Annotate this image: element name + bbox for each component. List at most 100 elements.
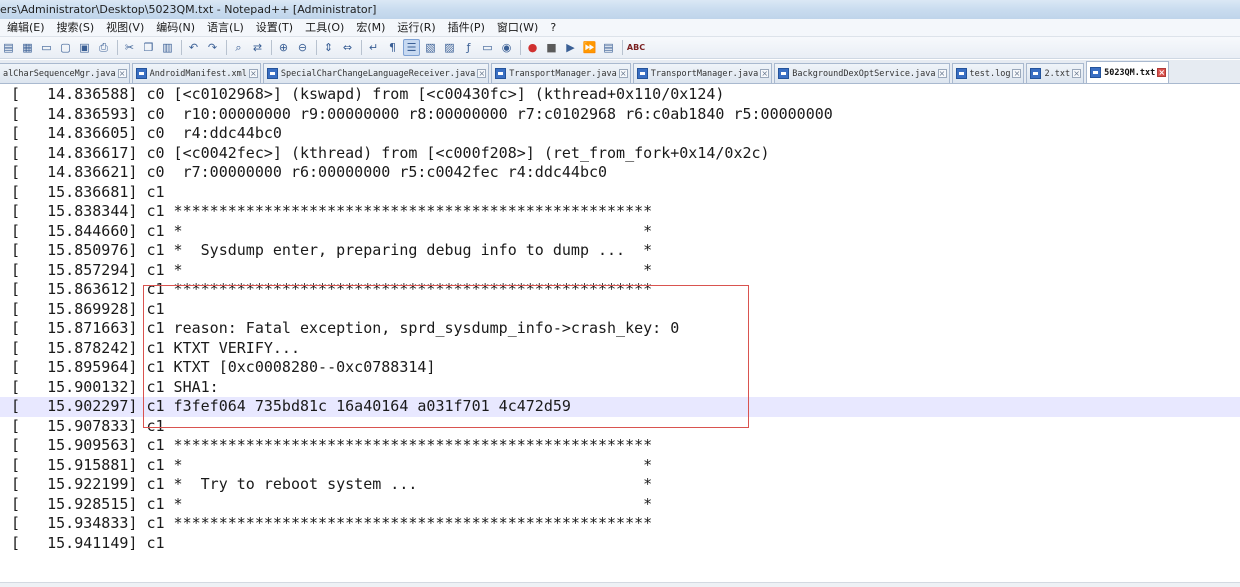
menu-item-11[interactable]: ?	[544, 19, 562, 36]
save-icon[interactable]: ▤	[0, 39, 17, 56]
editor-line[interactable]: [ 14.836593] c0 r10:00000000 r9:00000000…	[0, 105, 1240, 125]
tab-label: 5023QM.txt	[1104, 67, 1156, 78]
editor-line[interactable]: [ 15.863612] c1 ************************…	[0, 280, 1240, 300]
close-icon[interactable]: ×	[248, 69, 258, 78]
file-icon	[778, 68, 790, 79]
editor-line[interactable]: [ 14.836588] c0 [<c0102968>] (kswapd) fr…	[0, 85, 1240, 105]
close-icon[interactable]: ×	[477, 69, 487, 78]
toolbar-separator	[226, 40, 227, 55]
toolbar-separator	[316, 40, 317, 55]
open-icon[interactable]: ▭	[38, 39, 55, 56]
word-wrap-icon[interactable]: ↵	[365, 39, 382, 56]
file-icon	[1090, 67, 1102, 78]
undo-icon[interactable]: ↶	[185, 39, 202, 56]
paste-icon[interactable]: ▥	[159, 39, 176, 56]
editor-line[interactable]: [ 14.836605] c0 r4:ddc44bc0	[0, 124, 1240, 144]
tab-label: test.log	[969, 68, 1011, 79]
editor-line[interactable]: [ 15.907833] c1	[0, 417, 1240, 437]
save-macro-icon[interactable]: ▤	[600, 39, 617, 56]
folder-workspace-icon[interactable]: ▭	[479, 39, 496, 56]
tab-label: alCharSequenceMgr.java	[3, 68, 116, 79]
menu-item-10[interactable]: 窗口(W)	[491, 19, 544, 36]
editor-line[interactable]: [ 15.850976] c1 * Sysdump enter, prepari…	[0, 241, 1240, 261]
redo-icon[interactable]: ↷	[204, 39, 221, 56]
toolbar-separator	[117, 40, 118, 55]
editor-line[interactable]: [ 15.900132] c1 SHA1:	[0, 378, 1240, 398]
monitoring-icon[interactable]: ◉	[498, 39, 515, 56]
tab-3[interactable]: TransportManager.java ×	[491, 63, 631, 83]
menu-item-0[interactable]: 编辑(E)	[0, 19, 51, 36]
editor-line[interactable]: [ 14.836621] c0 r7:00000000 r6:00000000 …	[0, 163, 1240, 183]
tab-1[interactable]: AndroidManifest.xml ×	[131, 63, 261, 83]
tab-2[interactable]: SpecialCharChangeLanguageReceiver.java ×	[262, 63, 490, 83]
text-editor[interactable]: [ 14.836588] c0 [<c0102968>] (kswapd) fr…	[0, 85, 1240, 587]
copy-icon[interactable]: ❐	[140, 39, 157, 56]
toolbar-separator	[271, 40, 272, 55]
menu-item-4[interactable]: 语言(L)	[201, 19, 250, 36]
zoom-out-icon[interactable]: ⊖	[294, 39, 311, 56]
menu-item-5[interactable]: 设置(T)	[250, 19, 299, 36]
run-macro-multiple-icon[interactable]: ⏩	[581, 39, 598, 56]
tab-4[interactable]: TransportManager.java ×	[632, 63, 773, 83]
menu-item-8[interactable]: 运行(R)	[391, 19, 441, 36]
spell-check-icon[interactable]: ABC	[626, 39, 646, 56]
editor-line[interactable]: [ 15.928515] c1 * *	[0, 495, 1240, 515]
save-all-icon[interactable]: ▦	[19, 39, 36, 56]
tab-0[interactable]: alCharSequenceMgr.java ×	[0, 63, 130, 83]
tab-label: TransportManager.java	[509, 68, 617, 79]
tab-8[interactable]: 5023QM.txt ×	[1086, 61, 1170, 83]
play-macro-icon[interactable]: ▶	[562, 39, 579, 56]
close-icon[interactable]: ▢	[57, 39, 74, 56]
editor-line[interactable]: [ 15.909563] c1 ************************…	[0, 436, 1240, 456]
menu-item-2[interactable]: 视图(V)	[100, 19, 150, 36]
zoom-in-icon[interactable]: ⊕	[275, 39, 292, 56]
tab-5[interactable]: BackgroundDexOptService.java ×	[774, 63, 950, 83]
horizontal-scrollbar[interactable]	[0, 582, 1240, 587]
menu-item-1[interactable]: 搜索(S)	[51, 19, 101, 36]
doc-map-icon[interactable]: ▨	[441, 39, 458, 56]
editor-line[interactable]: [ 15.878242] c1 KTXT VERIFY...	[0, 339, 1240, 359]
editor-line[interactable]: [ 15.941149] c1	[0, 534, 1240, 554]
close-icon[interactable]: ×	[1012, 69, 1022, 78]
editor-line[interactable]: [ 15.902297] c1 f3fef064 735bd81c 16a401…	[0, 397, 1240, 417]
find-icon[interactable]: ⌕	[230, 39, 247, 56]
record-macro-icon[interactable]: ●	[524, 39, 541, 56]
document-tab-bar: alCharSequenceMgr.java × AndroidManifest.x…	[0, 60, 1240, 84]
tab-7[interactable]: 2.txt ×	[1026, 63, 1085, 83]
sync-vertical-icon[interactable]: ⇕	[320, 39, 337, 56]
menu-item-3[interactable]: 编码(N)	[150, 19, 201, 36]
close-icon[interactable]: ×	[1072, 69, 1082, 78]
editor-line[interactable]: [ 15.895964] c1 KTXT [0xc0008280--0xc078…	[0, 358, 1240, 378]
editor-line[interactable]: [ 15.869928] c1	[0, 300, 1240, 320]
stop-record-icon[interactable]: ■	[543, 39, 560, 56]
editor-line[interactable]: [ 15.857294] c1 * *	[0, 261, 1240, 281]
menu-item-6[interactable]: 工具(O)	[299, 19, 350, 36]
close-icon[interactable]: ×	[618, 69, 628, 78]
udl-icon[interactable]: ▧	[422, 39, 439, 56]
cut-icon[interactable]: ✂	[121, 39, 138, 56]
editor-line[interactable]: [ 15.844660] c1 * *	[0, 222, 1240, 242]
show-all-chars-icon[interactable]: ¶	[384, 39, 401, 56]
toolbar: ▤ ▦ ▭ ▢ ▣ ⎙ ✂ ❐ ▥ ↶ ↷ ⌕ ⇄ ⊕ ⊖ ⇕ ⇔ ↵ ¶ ☰ ▧ ▨ ƒ ▭ ◉ ● ■ ▶ ⏩ ▤ ABC	[0, 37, 1240, 59]
sync-horizontal-icon[interactable]: ⇔	[339, 39, 356, 56]
close-icon[interactable]: ×	[937, 69, 947, 78]
editor-line[interactable]: [ 15.934833] c1 ************************…	[0, 514, 1240, 534]
editor-line[interactable]: [ 15.836681] c1	[0, 183, 1240, 203]
close-all-icon[interactable]: ▣	[76, 39, 93, 56]
close-icon[interactable]: ×	[760, 69, 770, 78]
replace-icon[interactable]: ⇄	[249, 39, 266, 56]
close-icon[interactable]: ×	[117, 69, 127, 78]
editor-line[interactable]: [ 15.922199] c1 * Try to reboot system .…	[0, 475, 1240, 495]
editor-line[interactable]: [ 15.871663] c1 reason: Fatal exception,…	[0, 319, 1240, 339]
editor-line[interactable]: [ 15.838344] c1 ************************…	[0, 202, 1240, 222]
tab-6[interactable]: test.log ×	[951, 63, 1025, 83]
indent-guide-icon[interactable]: ☰	[403, 39, 420, 56]
menu-item-7[interactable]: 宏(M)	[350, 19, 391, 36]
function-list-icon[interactable]: ƒ	[460, 39, 477, 56]
editor-line[interactable]: [ 14.836617] c0 [<c0042fec>] (kthread) f…	[0, 144, 1240, 164]
menu-item-9[interactable]: 插件(P)	[442, 19, 491, 36]
editor-line[interactable]: [ 15.915881] c1 * *	[0, 456, 1240, 476]
close-icon[interactable]: ×	[1157, 68, 1167, 77]
print-icon[interactable]: ⎙	[95, 39, 112, 56]
tab-label: SpecialCharChangeLanguageReceiver.java	[280, 68, 476, 79]
